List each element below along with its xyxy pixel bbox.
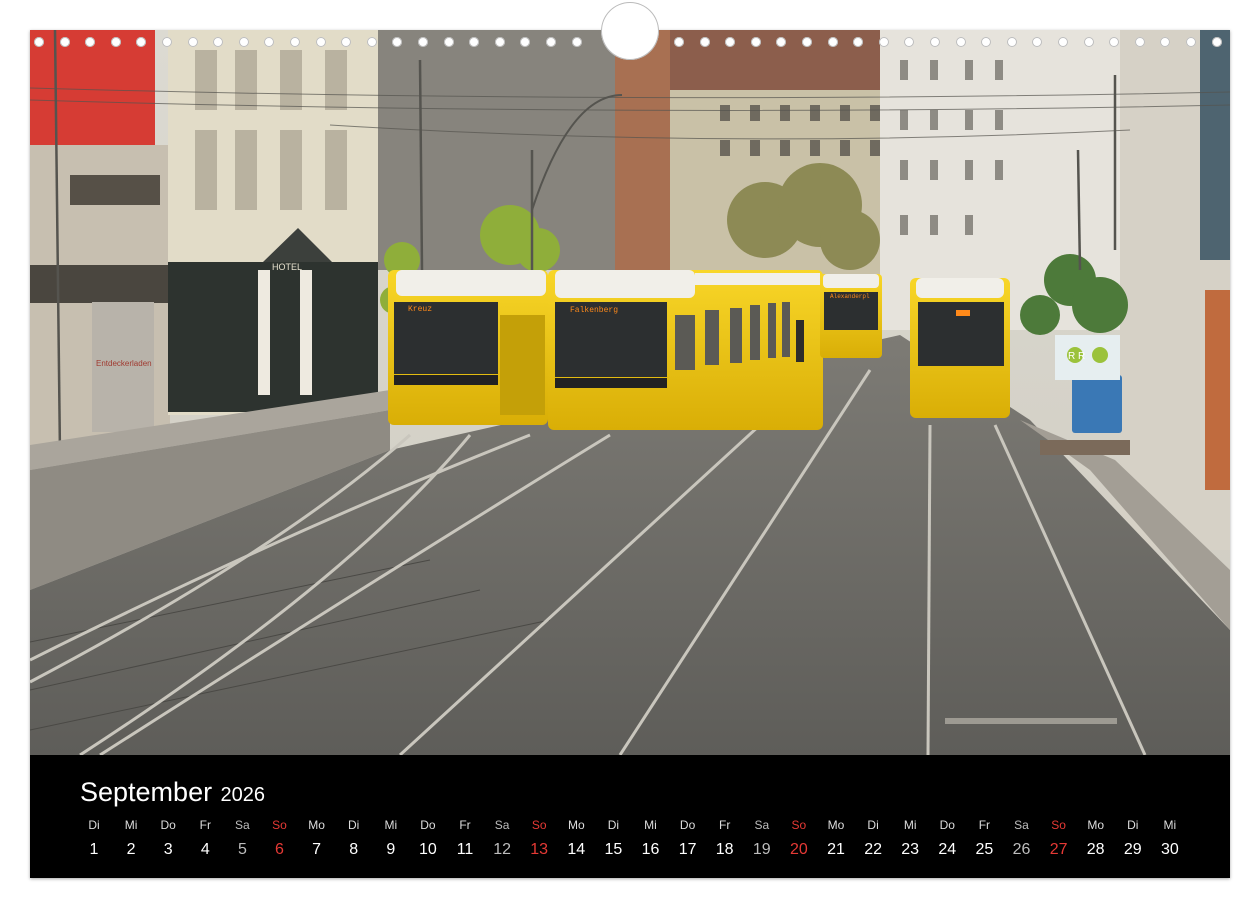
weekday-label: Sa xyxy=(494,818,510,832)
weekday-label: Do xyxy=(939,818,955,832)
weekday-label: Sa xyxy=(235,818,250,832)
tram-distant: Alexanderpl xyxy=(820,274,882,358)
weekday-label: Fr xyxy=(978,818,991,832)
tram-left: Kreuz xyxy=(388,270,548,425)
day-number: 9 xyxy=(386,841,396,858)
weekday-label: So xyxy=(531,818,547,832)
tram-left-display: Kreuz xyxy=(408,305,432,314)
weekday-label: Fr xyxy=(459,818,471,832)
day-number: 28 xyxy=(1086,841,1105,858)
weekday-label: Do xyxy=(420,818,436,832)
weekday-label: Sa xyxy=(754,818,770,832)
bin-logo: R R xyxy=(1068,351,1085,362)
day-number: 7 xyxy=(312,841,322,858)
day-number: 5 xyxy=(237,841,247,858)
weekday-label: Mi xyxy=(903,818,917,832)
day-number: 24 xyxy=(938,841,957,858)
weekday-label: Di xyxy=(1127,818,1139,832)
day-number: 1 xyxy=(89,841,99,858)
tram-center: Falkenberg xyxy=(548,270,823,430)
weekday-label: Mo xyxy=(1087,818,1105,832)
weekday-label: So xyxy=(272,818,287,832)
day-number: 14 xyxy=(567,841,586,858)
trash-bin xyxy=(1072,375,1122,433)
tram-distant-display: Alexanderpl xyxy=(830,293,870,300)
tram-right xyxy=(910,278,1010,418)
rail xyxy=(926,424,932,755)
weekday-label: Mi xyxy=(644,818,657,832)
hotel-sign: HOTEL xyxy=(272,262,302,272)
day-number: 20 xyxy=(789,841,808,858)
day-number: 19 xyxy=(752,841,771,858)
day-number: 4 xyxy=(200,841,210,858)
day-number: 27 xyxy=(1049,841,1068,858)
day-number: 22 xyxy=(864,841,882,858)
weekday-label: Mo xyxy=(308,818,325,832)
calendar-strip: September 2026 Di 1 Mi 2 Do 3 Fr 4 Sa 5 So 6 Mo 7 Di 8 M… xyxy=(30,755,1230,878)
weekday-label: Do xyxy=(679,818,696,832)
day-number: 16 xyxy=(641,841,660,858)
weekday-label: Do xyxy=(160,818,176,832)
weekday-label: Mi xyxy=(384,818,398,832)
day-number: 15 xyxy=(604,841,623,858)
day-number: 12 xyxy=(493,841,511,858)
day-number: 18 xyxy=(715,841,734,858)
day-number: 13 xyxy=(530,841,549,858)
day-number: 3 xyxy=(163,841,173,858)
day-number: 25 xyxy=(975,841,994,858)
weekday-label: So xyxy=(1051,818,1066,832)
weekday-label: Di xyxy=(867,818,879,832)
day-number: 23 xyxy=(901,841,920,858)
weekday-label: Fr xyxy=(719,818,731,832)
day-number: 17 xyxy=(678,841,697,858)
day-number: 29 xyxy=(1123,841,1142,858)
weekday-label: Di xyxy=(348,818,360,832)
weekday-label: Fr xyxy=(199,818,211,832)
weekday-label: Mo xyxy=(567,818,585,832)
weekday-label: Di xyxy=(88,818,100,832)
day-number: 10 xyxy=(418,841,437,858)
weekday-label: Di xyxy=(607,818,620,832)
day-number: 11 xyxy=(456,841,474,858)
calendar-year: 2026 xyxy=(220,784,266,806)
day-number: 30 xyxy=(1160,841,1179,858)
day-number: 8 xyxy=(349,841,359,858)
calendar-page: Entdeckerladen HOTEL Kreuz Falkenberg Al… xyxy=(30,30,1230,878)
shop-sign: Entdeckerladen xyxy=(96,359,152,368)
day-number: 6 xyxy=(275,841,284,858)
weekday-label: So xyxy=(791,818,807,832)
weekday-label: Mo xyxy=(827,818,845,832)
calendar-month: September xyxy=(80,777,213,807)
day-number: 21 xyxy=(827,841,845,858)
tram-street-photo: Entdeckerladen HOTEL Kreuz Falkenberg Al… xyxy=(30,30,1230,755)
day-number: 26 xyxy=(1012,841,1031,858)
person xyxy=(796,320,804,362)
weekday-label: Sa xyxy=(1014,818,1029,832)
red-building xyxy=(30,30,155,145)
tram-center-display: Falkenberg xyxy=(570,306,618,315)
day-number: 2 xyxy=(126,841,136,858)
calendar-title: September 2026 xyxy=(80,777,265,808)
weekday-label: Mi xyxy=(1163,818,1177,832)
weekday-label: Mi xyxy=(124,818,138,832)
